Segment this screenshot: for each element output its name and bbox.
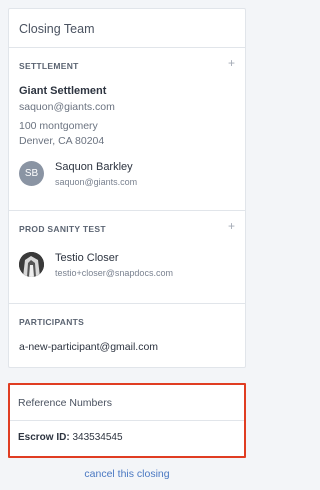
reference-numbers-card: Reference Numbers Escrow ID: 343534545 (8, 383, 246, 458)
escrow-id-label: Escrow ID: (18, 432, 70, 443)
settlement-company-email: saquon@giants.com (19, 101, 115, 113)
contact-email: testio+closer@snapdocs.com (55, 268, 173, 278)
escrow-id-value: 343534545 (72, 432, 123, 443)
contact-name: Testio Closer (55, 252, 119, 264)
contact-email: saquon@giants.com (55, 177, 138, 187)
settlement-company-name: Giant Settlement (19, 85, 107, 97)
contact-name: Saquon Barkley (55, 161, 133, 173)
closing-team-title: Closing Team (9, 9, 245, 48)
prod-sanity-section: PROD SANITY TEST + Testio Closer testio+… (9, 211, 245, 304)
settlement-section-title: SETTLEMENT (19, 61, 79, 71)
prod-section-title: PROD SANITY TEST (19, 224, 106, 234)
participants-section-title: PARTICIPANTS (19, 317, 85, 327)
closing-team-card: Closing Team SETTLEMENT + Giant Settleme… (8, 8, 246, 368)
avatar-photo-icon (19, 252, 44, 277)
participant-email: a-new-participant@gmail.com (19, 341, 159, 353)
avatar: SB (19, 161, 44, 186)
avatar (19, 252, 44, 277)
prod-contact[interactable]: Testio Closer testio+closer@snapdocs.com (19, 250, 235, 284)
escrow-id-row: Escrow ID: 343534545 (10, 421, 244, 443)
address-line-2: Denver, CA 80204 (19, 135, 105, 147)
closing-sidebar: Closing Team SETTLEMENT + Giant Settleme… (0, 0, 254, 490)
address-line-1: 100 montgomery (19, 120, 98, 132)
settlement-contact[interactable]: SB Saquon Barkley saquon@giants.com (19, 159, 235, 193)
reference-numbers-title: Reference Numbers (10, 385, 244, 421)
cancel-closing-link[interactable]: cancel this closing (0, 468, 254, 480)
add-prod-icon[interactable]: + (228, 220, 235, 232)
settlement-address: 100 montgomery Denver, CA 80204 (19, 119, 235, 149)
add-settlement-icon[interactable]: + (228, 57, 235, 69)
settlement-section: SETTLEMENT + Giant Settlement saquon@gia… (9, 48, 245, 211)
participants-section: PARTICIPANTS a-new-participant@gmail.com (9, 304, 245, 367)
